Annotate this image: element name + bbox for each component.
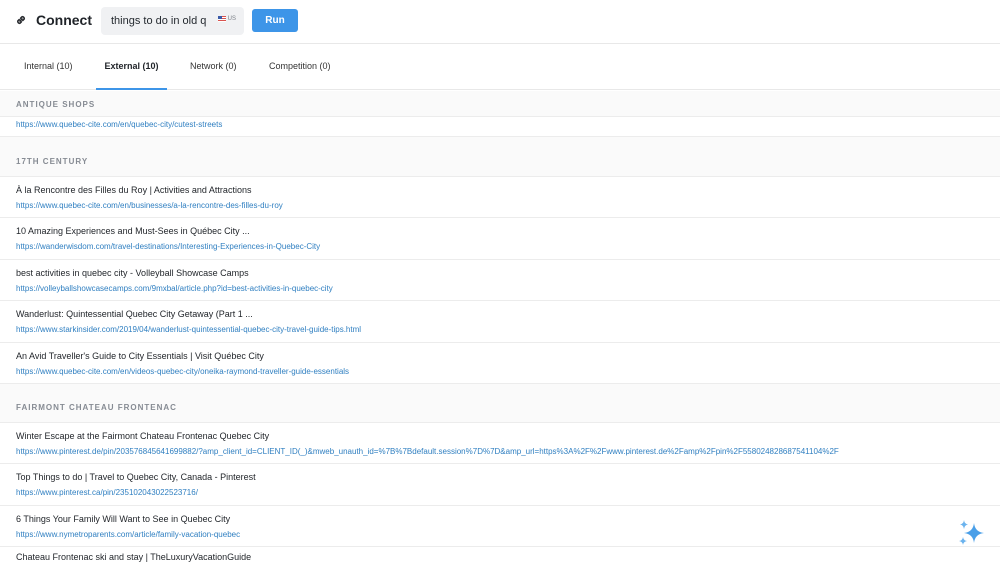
locale-selector[interactable]: US: [217, 16, 236, 22]
tab-external[interactable]: External (10): [96, 44, 167, 90]
section-header: 17TH CENTURY: [0, 137, 1000, 177]
result-item: Chateau Frontenac ski and stay | TheLuxu…: [0, 547, 1000, 562]
result-item: Top Things to do | Travel to Quebec City…: [0, 464, 1000, 506]
result-item: À la Rencontre des Filles du Roy | Activ…: [0, 177, 1000, 218]
result-url[interactable]: https://www.quebec-cite.com/en/videos-qu…: [16, 367, 349, 376]
tab-internal[interactable]: Internal (10): [24, 44, 73, 90]
result-item: https://www.quebec-cite.com/en/quebec-ci…: [0, 117, 1000, 137]
result-title: best activities in quebec city - Volleyb…: [16, 268, 249, 278]
result-url[interactable]: https://www.starkinsider.com/2019/04/wan…: [16, 325, 361, 334]
result-title: 10 Amazing Experiences and Must-Sees in …: [16, 226, 250, 236]
result-url[interactable]: https://www.pinterest.de/pin/20357684564…: [16, 447, 839, 456]
run-button[interactable]: Run: [252, 9, 298, 32]
result-url[interactable]: https://www.quebec-cite.com/en/businesse…: [16, 201, 283, 210]
section-label: 17TH CENTURY: [16, 157, 89, 166]
section-header: ANTIQUE SHOPS: [0, 91, 1000, 117]
app-title: Connect: [36, 12, 92, 28]
result-url[interactable]: https://wanderwisdom.com/travel-destinat…: [16, 242, 320, 251]
search-box: US: [101, 7, 244, 35]
result-title: Winter Escape at the Fairmont Chateau Fr…: [16, 431, 270, 441]
link-icon: [16, 15, 26, 25]
brand: Connect: [15, 12, 92, 28]
result-item: 6 Things Your Family Will Want to See in…: [0, 506, 1000, 547]
section-header: FAIRMONT CHATEAU FRONTENAC: [0, 384, 1000, 423]
result-title: An Avid Traveller's Guide to City Essent…: [16, 351, 264, 361]
result-url[interactable]: https://www.quebec-cite.com/en/quebec-ci…: [16, 120, 222, 129]
result-item: Wanderlust: Quintessential Quebec City G…: [0, 301, 1000, 343]
result-url[interactable]: https://volleyballshowcasecamps.com/9mxb…: [16, 284, 333, 293]
result-title: 6 Things Your Family Will Want to See in…: [16, 514, 231, 524]
result-title: Chateau Frontenac ski and stay | TheLuxu…: [16, 552, 252, 562]
result-item: An Avid Traveller's Guide to City Essent…: [0, 343, 1000, 384]
result-title: Wanderlust: Quintessential Quebec City G…: [16, 309, 253, 319]
section-label: ANTIQUE SHOPS: [16, 100, 96, 109]
tab-network[interactable]: Network (0): [190, 44, 237, 90]
result-url[interactable]: https://www.nymetroparents.com/article/f…: [16, 530, 240, 539]
tab-competition[interactable]: Competition (0): [269, 44, 331, 90]
result-title: Top Things to do | Travel to Quebec City…: [16, 472, 256, 482]
result-item: best activities in quebec city - Volleyb…: [0, 260, 1000, 301]
app-header: Connect US Run: [0, 0, 1000, 44]
section-label: FAIRMONT CHATEAU FRONTENAC: [16, 403, 177, 412]
locale-label: US: [227, 16, 236, 22]
result-item: Winter Escape at the Fairmont Chateau Fr…: [0, 423, 1000, 464]
result-item: 10 Amazing Experiences and Must-Sees in …: [0, 218, 1000, 260]
tab-bar: Internal (10) External (10) Network (0) …: [0, 44, 1000, 90]
search-input[interactable]: [111, 15, 207, 27]
result-url[interactable]: https://www.pinterest.ca/pin/23510204302…: [16, 488, 198, 497]
sparkle-icon[interactable]: [956, 519, 986, 547]
us-flag-icon: [217, 16, 226, 22]
result-title: À la Rencontre des Filles du Roy | Activ…: [16, 185, 252, 195]
